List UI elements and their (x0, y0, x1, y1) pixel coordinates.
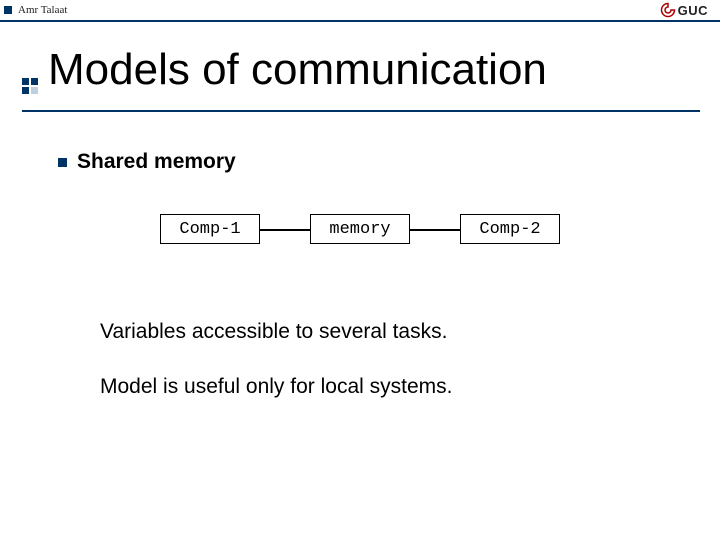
shared-memory-diagram: Comp-1 memory Comp-2 (160, 214, 580, 258)
slide-title: Models of communication (48, 45, 547, 95)
slide-title-area: Models of communication (22, 30, 700, 112)
diagram-connector (260, 229, 310, 231)
bullet-item: Shared memory (58, 150, 680, 174)
bullet-text: Shared memory (77, 150, 236, 174)
author-name: Amr Talaat (18, 4, 67, 16)
slide-content: Shared memory Comp-1 memory Comp-2 Varia… (40, 130, 680, 429)
bullet-icon (58, 158, 67, 167)
diagram-connector (410, 229, 460, 231)
paragraph: Variables accessible to several tasks. (100, 318, 680, 345)
body-text: Variables accessible to several tasks. M… (100, 318, 680, 401)
org-logo: GUC (660, 2, 708, 18)
slide-header: Amr Talaat GUC (0, 0, 720, 22)
diagram-box-comp2: Comp-2 (460, 214, 560, 244)
paragraph: Model is useful only for local systems. (100, 373, 680, 400)
guc-logo-icon (660, 2, 676, 18)
guc-logo-text: GUC (678, 3, 708, 18)
diagram-box-comp1: Comp-1 (160, 214, 260, 244)
diagram-box-memory: memory (310, 214, 410, 244)
